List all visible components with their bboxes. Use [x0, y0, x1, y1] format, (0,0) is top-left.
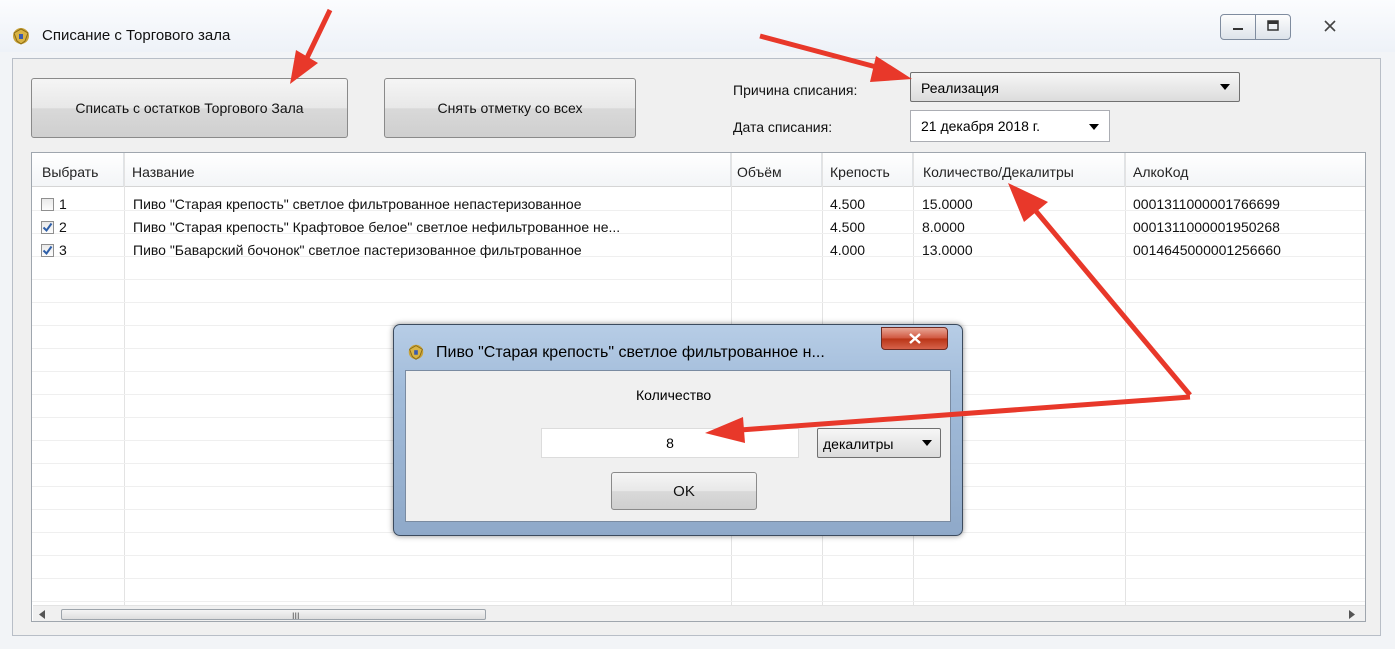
column-header-name[interactable]: Название [124, 153, 731, 187]
row-checkbox-checked[interactable] [41, 244, 54, 257]
reason-value: Реализация [921, 80, 999, 96]
writeoff-button[interactable]: Списать с остатков Торгового Зала [31, 78, 348, 138]
horizontal-scrollbar[interactable]: III [33, 605, 1365, 621]
product-quantity: 8.0000 [922, 219, 965, 235]
chevron-down-icon [922, 440, 932, 446]
product-name: Пиво "Старая крепость" Крафтовое белое" … [133, 219, 621, 235]
quantity-label: Количество [636, 387, 712, 403]
product-strength: 4.000 [830, 242, 866, 258]
product-strength: 4.500 [830, 219, 866, 235]
product-strength: 4.500 [830, 196, 866, 212]
product-quantity: 13.0000 [922, 242, 973, 258]
row-separator [32, 279, 1365, 280]
date-value: 21 декабря 2018 г. [921, 118, 1041, 134]
scroll-left-arrow-icon[interactable] [39, 610, 45, 619]
row-separator [32, 302, 1365, 303]
unit-value: декалитры [823, 436, 894, 452]
close-button[interactable] [1304, 14, 1356, 40]
scroll-grip: III [292, 611, 300, 621]
window-title: Списание с Торгового зала [42, 27, 231, 44]
product-name: Пиво "Старая крепость" светлое фильтрова… [133, 196, 582, 212]
product-alcocode: 0001311000001950268 [1133, 219, 1280, 235]
date-label: Дата списания: [733, 119, 833, 135]
column-divider [1125, 153, 1126, 605]
scroll-thumb[interactable]: III [61, 609, 486, 621]
minimize-button[interactable] [1220, 14, 1256, 40]
minimize-icon [1233, 28, 1243, 30]
reason-label: Причина списания: [733, 82, 858, 98]
column-header-strength[interactable]: Крепость [822, 153, 913, 187]
maximize-button[interactable] [1255, 14, 1291, 40]
close-icon [909, 333, 921, 344]
column-header-quantity[interactable]: Количество/Декалитры [913, 153, 1125, 187]
checkmark-icon [42, 222, 53, 233]
product-name: Пиво "Баварский бочонок" светлое пастери… [133, 242, 582, 258]
maximize-icon [1267, 20, 1279, 31]
title-bar[interactable]: Списание с Торгового зала [0, 0, 1395, 52]
reason-select[interactable]: Реализация [910, 72, 1240, 102]
row-checkbox-checked[interactable] [41, 221, 54, 234]
dialog-close-button[interactable] [881, 327, 948, 350]
emblem-icon [13, 28, 29, 45]
product-alcocode: 0014645000001256660 [1133, 242, 1281, 258]
row-number: 3 [59, 242, 67, 258]
uncheck-all-button[interactable]: Снять отметку со всех [384, 78, 636, 138]
dialog-title: Пиво "Старая крепость" светлое фильтрова… [436, 344, 825, 361]
quantity-input[interactable]: 8 [541, 428, 799, 458]
column-header-volume[interactable]: Объём [731, 153, 822, 187]
chevron-down-icon [1220, 84, 1230, 90]
row-separator [32, 601, 1365, 602]
product-quantity: 15.0000 [922, 196, 973, 212]
row-number: 2 [59, 219, 67, 235]
chevron-down-icon [1089, 124, 1099, 130]
ok-button[interactable]: OK [611, 472, 757, 510]
quantity-dialog: Пиво "Старая крепость" светлое фильтрова… [393, 324, 963, 536]
close-icon [1324, 20, 1336, 32]
row-separator [32, 578, 1365, 579]
row-separator [32, 555, 1365, 556]
emblem-icon [408, 344, 424, 360]
column-divider [124, 153, 125, 605]
unit-select[interactable]: декалитры [817, 428, 941, 458]
checkmark-icon [42, 245, 53, 256]
dialog-body: Количество 8 декалитры OK [405, 370, 951, 522]
column-header-select[interactable]: Выбрать [32, 153, 124, 187]
date-picker[interactable]: 21 декабря 2018 г. [910, 110, 1110, 142]
row-number: 1 [59, 196, 67, 212]
scroll-right-arrow-icon[interactable] [1349, 610, 1355, 619]
product-alcocode: 0001311000001766699 [1133, 196, 1280, 212]
column-header-alcocode[interactable]: АлкоКод [1125, 153, 1365, 187]
row-checkbox[interactable] [41, 198, 54, 211]
